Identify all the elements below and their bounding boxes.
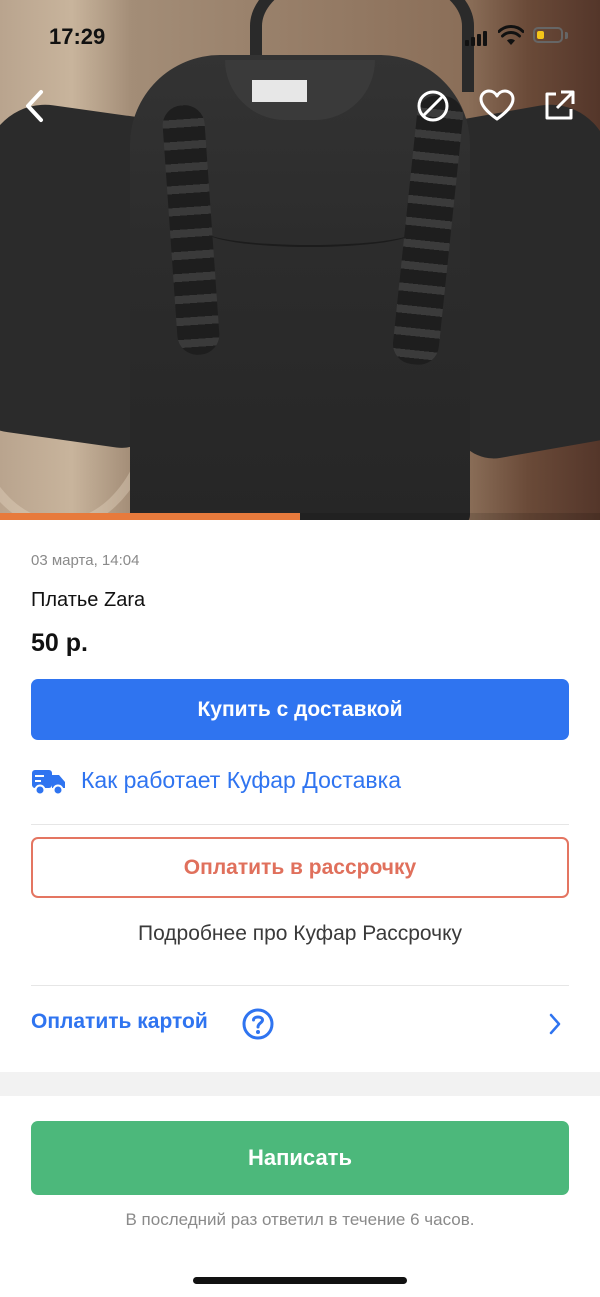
question-circle-icon[interactable]	[241, 1007, 275, 1041]
chevron-left-icon[interactable]	[16, 86, 56, 126]
cellular-signal-icon	[465, 28, 489, 46]
heart-outline-icon[interactable]	[477, 86, 517, 126]
installment-info-link[interactable]: Подробнее про Куфар Рассрочку	[0, 922, 600, 946]
block-icon[interactable]	[413, 86, 453, 126]
share-external-icon[interactable]	[539, 86, 579, 126]
wifi-icon	[498, 25, 524, 45]
battery-level	[537, 31, 544, 39]
gallery-progress	[0, 513, 600, 520]
battery-icon	[533, 27, 563, 43]
pay-by-card-row[interactable]: Оплатить картой	[31, 1004, 569, 1044]
delivery-info-label: Как работает Куфар Доставка	[81, 767, 402, 793]
pay-by-card-label: Оплатить картой	[31, 1010, 208, 1033]
section-separator	[0, 1072, 600, 1096]
listing-price: 50 р.	[31, 629, 88, 657]
divider	[31, 985, 569, 986]
battery-tip	[565, 32, 568, 39]
pay-installment-button[interactable]: Оплатить в рассрочку	[31, 837, 569, 898]
listing-title: Платье Zara	[31, 589, 146, 611]
listing-date: 03 марта, 14:04	[31, 552, 140, 569]
status-bar: 17:29	[0, 0, 600, 76]
buy-with-delivery-button[interactable]: Купить с доставкой	[31, 679, 569, 740]
gallery-progress-fill	[0, 513, 300, 520]
status-time: 17:29	[49, 24, 106, 49]
seller-reply-note: В последний раз ответил в течение 6 часо…	[125, 1210, 475, 1229]
write-message-button[interactable]: Написать	[31, 1121, 569, 1195]
dress-seam	[205, 215, 415, 247]
dress-tag	[252, 80, 307, 102]
delivery-truck-icon	[32, 770, 65, 796]
product-photo[interactable]	[0, 0, 600, 520]
home-indicator	[193, 1277, 407, 1284]
chevron-right-icon	[549, 1013, 561, 1035]
divider	[31, 824, 569, 825]
